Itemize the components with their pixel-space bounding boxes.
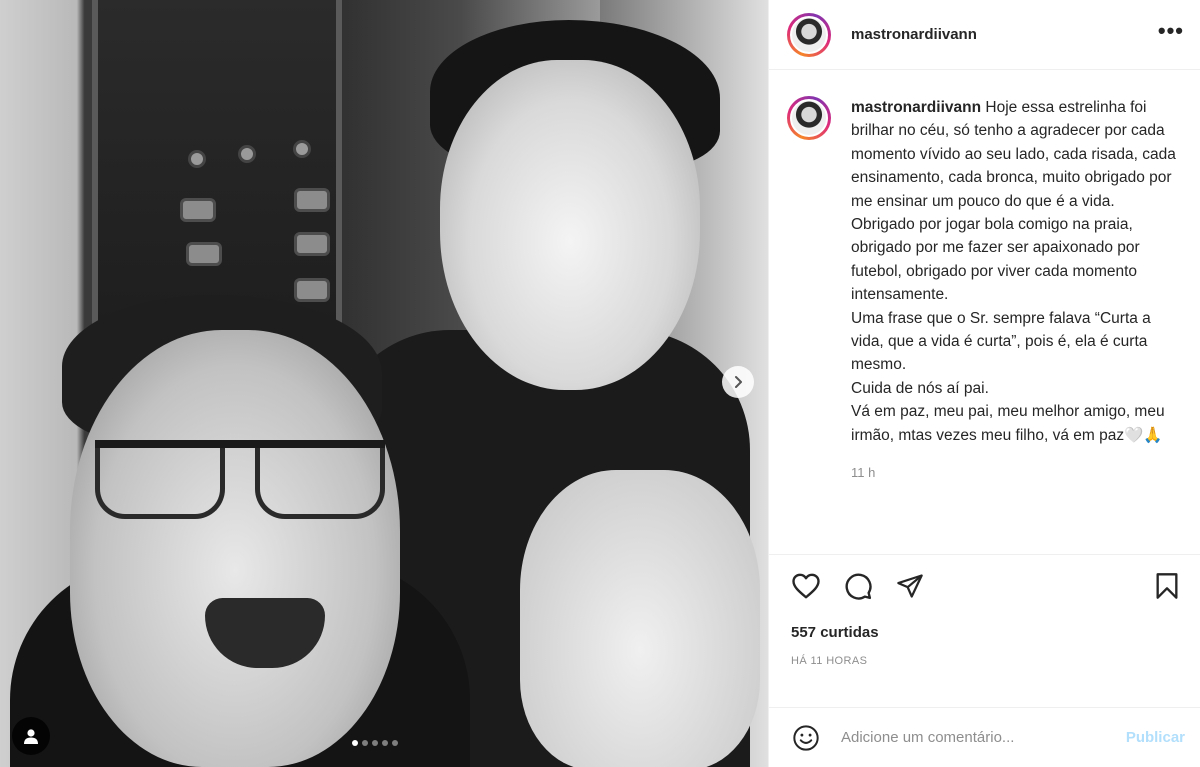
user-tag-icon (24, 729, 38, 744)
carousel-dot-active (352, 740, 358, 746)
emoji-button[interactable] (791, 723, 821, 753)
photo-elevator-button (188, 150, 206, 168)
caption-content: Hoje essa estrelinha foi brilhar no céu,… (851, 99, 1176, 444)
carousel-indicator (352, 740, 398, 746)
photo-elevator-button (180, 198, 216, 222)
save-button[interactable] (1150, 569, 1184, 603)
more-options-button[interactable]: ••• (1158, 19, 1184, 42)
caption-text: mastronardiivann Hoje essa estrelinha fo… (851, 96, 1181, 447)
carousel-dot (382, 740, 388, 746)
photo-elevator-button (186, 242, 222, 266)
photo-older-man-face (70, 330, 400, 767)
carousel-dot (392, 740, 398, 746)
post-timestamp[interactable]: HÁ 11 HORAS (769, 641, 1200, 667)
comment-button[interactable] (841, 569, 875, 603)
paper-plane-icon (897, 574, 923, 598)
carousel-dot (362, 740, 368, 746)
post-side-panel: mastronardiivann ••• mastronardiivann Ho… (768, 0, 1200, 767)
caption-avatar[interactable] (787, 96, 831, 140)
chevron-right-icon (735, 376, 742, 388)
post-photo[interactable] (0, 0, 768, 767)
photo-glasses (95, 440, 385, 520)
photo-young-man-face (440, 60, 700, 390)
photo-elevator-button (294, 188, 330, 212)
caption-body: mastronardiivann Hoje essa estrelinha fo… (851, 96, 1181, 480)
heart-icon (792, 573, 820, 599)
bookmark-icon (1156, 573, 1178, 599)
avatar-image (790, 15, 828, 54)
comments-section: mastronardiivann Hoje essa estrelinha fo… (769, 70, 1200, 554)
caption-row: mastronardiivann Hoje essa estrelinha fo… (787, 96, 1184, 480)
photo-peace-sign-hand (520, 470, 760, 767)
action-bar (769, 554, 1200, 624)
share-button[interactable] (893, 569, 927, 603)
carousel-dot (372, 740, 378, 746)
carousel-next-button[interactable] (722, 366, 754, 398)
smiley-icon (793, 724, 819, 751)
photo-elevator-button (293, 140, 311, 158)
post-header: mastronardiivann ••• (769, 0, 1200, 70)
comment-input[interactable] (841, 729, 1126, 746)
photo-elevator-button (294, 278, 330, 302)
publish-button[interactable]: Publicar (1126, 729, 1185, 746)
comment-icon (845, 573, 872, 600)
add-comment-form: Publicar (769, 707, 1200, 767)
header-username-link[interactable]: mastronardiivann (851, 26, 1158, 43)
avatar-image (790, 99, 828, 137)
tagged-users-button[interactable] (12, 717, 50, 755)
caption-timestamp[interactable]: 11 h (851, 465, 1181, 480)
caption-username-link[interactable]: mastronardiivann (851, 99, 981, 116)
like-button[interactable] (789, 569, 823, 603)
like-count[interactable]: 557 curtidas (769, 624, 1200, 641)
photo-elevator-button (294, 232, 330, 256)
photo-elevator-button (238, 145, 256, 163)
avatar[interactable] (787, 12, 831, 57)
